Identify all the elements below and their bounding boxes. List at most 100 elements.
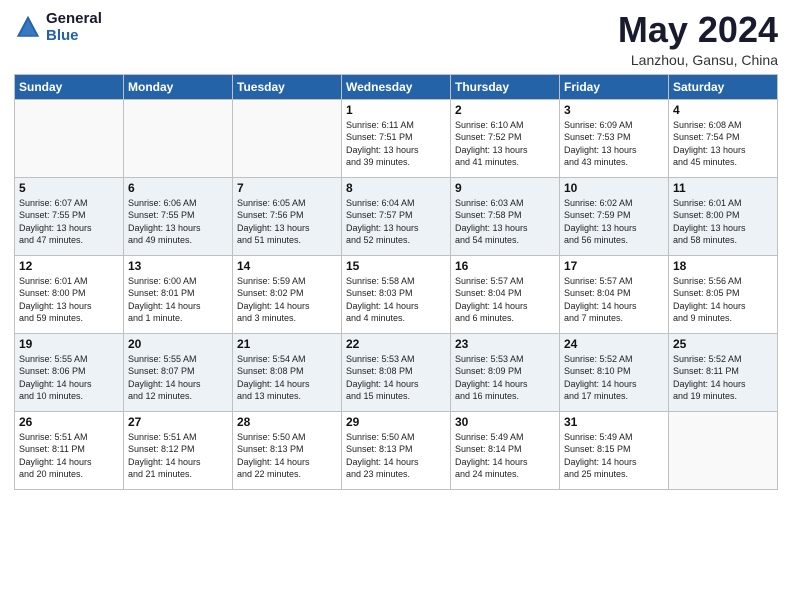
title-block: May 2024 Lanzhou, Gansu, China	[618, 10, 778, 68]
day-number: 27	[128, 415, 228, 429]
day-cell: 10 Sunrise: 6:02 AM Sunset: 7:59 PM Dayli…	[560, 177, 669, 255]
col-wednesday: Wednesday	[342, 74, 451, 99]
day-info: Sunrise: 6:03 AM Sunset: 7:58 PM Dayligh…	[455, 197, 555, 247]
day-cell: 25Sunrise: 5:52 AM Sunset: 8:11 PM Dayli…	[669, 333, 778, 411]
day-number: 6	[128, 181, 228, 195]
day-info: Sunrise: 6:11 AM Sunset: 7:51 PM Dayligh…	[346, 119, 446, 169]
day-number: 5	[19, 181, 119, 195]
week-row-3: 12 Sunrise: 6:01 AM Sunset: 8:00 PM Dayli…	[15, 255, 778, 333]
day-info: Sunrise: 6:01 AM Sunset: 8:00 PM Dayligh…	[19, 275, 119, 325]
day-number: 7	[237, 181, 337, 195]
day-cell: 4 Sunrise: 6:08 AM Sunset: 7:54 PM Daylig…	[669, 99, 778, 177]
day-cell: 11Sunrise: 6:01 AM Sunset: 8:00 PM Dayli…	[669, 177, 778, 255]
day-number: 20	[128, 337, 228, 351]
day-cell: 17 Sunrise: 5:57 AM Sunset: 8:04 PM Dayli…	[560, 255, 669, 333]
col-sunday: Sunday	[15, 74, 124, 99]
day-cell: 24 Sunrise: 5:52 AM Sunset: 8:10 PM Dayli…	[560, 333, 669, 411]
day-info: Sunrise: 6:05 AM Sunset: 7:56 PM Dayligh…	[237, 197, 337, 247]
day-info: Sunrise: 5:49 AM Sunset: 8:15 PM Dayligh…	[564, 431, 664, 481]
day-info: Sunrise: 5:52 AM Sunset: 8:11 PM Dayligh…	[673, 353, 773, 403]
col-tuesday: Tuesday	[233, 74, 342, 99]
day-info: Sunrise: 5:52 AM Sunset: 8:10 PM Dayligh…	[564, 353, 664, 403]
day-info: Sunrise: 6:06 AM Sunset: 7:55 PM Dayligh…	[128, 197, 228, 247]
col-thursday: Thursday	[451, 74, 560, 99]
day-info: Sunrise: 6:08 AM Sunset: 7:54 PM Dayligh…	[673, 119, 773, 169]
day-number: 30	[455, 415, 555, 429]
day-info: Sunrise: 6:07 AM Sunset: 7:55 PM Dayligh…	[19, 197, 119, 247]
day-number: 16	[455, 259, 555, 273]
day-number: 15	[346, 259, 446, 273]
day-cell: 3 Sunrise: 6:09 AM Sunset: 7:53 PM Daylig…	[560, 99, 669, 177]
day-cell: 12 Sunrise: 6:01 AM Sunset: 8:00 PM Dayli…	[15, 255, 124, 333]
day-info: Sunrise: 5:58 AM Sunset: 8:03 PM Dayligh…	[346, 275, 446, 325]
page: General Blue May 2024 Lanzhou, Gansu, Ch…	[0, 0, 792, 612]
day-info: Sunrise: 5:56 AM Sunset: 8:05 PM Dayligh…	[673, 275, 773, 325]
day-cell: 9 Sunrise: 6:03 AM Sunset: 7:58 PM Daylig…	[451, 177, 560, 255]
day-cell: 5 Sunrise: 6:07 AM Sunset: 7:55 PM Daylig…	[15, 177, 124, 255]
week-row-4: 19 Sunrise: 5:55 AM Sunset: 8:06 PM Dayli…	[15, 333, 778, 411]
day-number: 2	[455, 103, 555, 117]
day-cell: 30Sunrise: 5:49 AM Sunset: 8:14 PM Dayli…	[451, 411, 560, 489]
day-info: Sunrise: 5:51 AM Sunset: 8:12 PM Dayligh…	[128, 431, 228, 481]
day-cell: 26 Sunrise: 5:51 AM Sunset: 8:11 PM Dayli…	[15, 411, 124, 489]
day-cell: 14 Sunrise: 5:59 AM Sunset: 8:02 PM Dayli…	[233, 255, 342, 333]
day-info: Sunrise: 5:59 AM Sunset: 8:02 PM Dayligh…	[237, 275, 337, 325]
day-info: Sunrise: 5:53 AM Sunset: 8:08 PM Dayligh…	[346, 353, 446, 403]
day-info: Sunrise: 5:50 AM Sunset: 8:13 PM Dayligh…	[346, 431, 446, 481]
day-cell	[669, 411, 778, 489]
month-title: May 2024	[618, 10, 778, 50]
col-saturday: Saturday	[669, 74, 778, 99]
day-cell: 21 Sunrise: 5:54 AM Sunset: 8:08 PM Dayli…	[233, 333, 342, 411]
day-info: Sunrise: 6:00 AM Sunset: 8:01 PM Dayligh…	[128, 275, 228, 325]
day-number: 17	[564, 259, 664, 273]
day-cell: 13Sunrise: 6:00 AM Sunset: 8:01 PM Dayli…	[124, 255, 233, 333]
calendar: Sunday Monday Tuesday Wednesday Thursday…	[14, 74, 778, 490]
day-number: 28	[237, 415, 337, 429]
logo-text: General Blue	[46, 10, 102, 44]
day-number: 22	[346, 337, 446, 351]
day-cell: 23Sunrise: 5:53 AM Sunset: 8:09 PM Dayli…	[451, 333, 560, 411]
day-info: Sunrise: 6:09 AM Sunset: 7:53 PM Dayligh…	[564, 119, 664, 169]
day-number: 29	[346, 415, 446, 429]
day-number: 21	[237, 337, 337, 351]
day-info: Sunrise: 5:57 AM Sunset: 8:04 PM Dayligh…	[455, 275, 555, 325]
day-cell: 15 Sunrise: 5:58 AM Sunset: 8:03 PM Dayli…	[342, 255, 451, 333]
day-info: Sunrise: 5:55 AM Sunset: 8:06 PM Dayligh…	[19, 353, 119, 403]
day-number: 14	[237, 259, 337, 273]
day-number: 24	[564, 337, 664, 351]
logo: General Blue	[14, 10, 102, 44]
day-info: Sunrise: 6:02 AM Sunset: 7:59 PM Dayligh…	[564, 197, 664, 247]
location: Lanzhou, Gansu, China	[618, 52, 778, 68]
day-info: Sunrise: 5:51 AM Sunset: 8:11 PM Dayligh…	[19, 431, 119, 481]
day-cell: 27 Sunrise: 5:51 AM Sunset: 8:12 PM Dayli…	[124, 411, 233, 489]
day-cell: 20Sunrise: 5:55 AM Sunset: 8:07 PM Dayli…	[124, 333, 233, 411]
day-info: Sunrise: 5:50 AM Sunset: 8:13 PM Dayligh…	[237, 431, 337, 481]
day-cell: 7 Sunrise: 6:05 AM Sunset: 7:56 PM Daylig…	[233, 177, 342, 255]
day-info: Sunrise: 5:53 AM Sunset: 8:09 PM Dayligh…	[455, 353, 555, 403]
day-number: 19	[19, 337, 119, 351]
day-number: 9	[455, 181, 555, 195]
day-number: 31	[564, 415, 664, 429]
day-info: Sunrise: 6:04 AM Sunset: 7:57 PM Dayligh…	[346, 197, 446, 247]
header-row: Sunday Monday Tuesday Wednesday Thursday…	[15, 74, 778, 99]
day-info: Sunrise: 5:54 AM Sunset: 8:08 PM Dayligh…	[237, 353, 337, 403]
day-number: 26	[19, 415, 119, 429]
day-cell: 28 Sunrise: 5:50 AM Sunset: 8:13 PM Dayli…	[233, 411, 342, 489]
day-cell	[15, 99, 124, 177]
day-cell: 31 Sunrise: 5:49 AM Sunset: 8:15 PM Dayli…	[560, 411, 669, 489]
day-number: 4	[673, 103, 773, 117]
day-cell: 8Sunrise: 6:04 AM Sunset: 7:57 PM Daylig…	[342, 177, 451, 255]
header: General Blue May 2024 Lanzhou, Gansu, Ch…	[14, 10, 778, 68]
day-cell: 22 Sunrise: 5:53 AM Sunset: 8:08 PM Dayli…	[342, 333, 451, 411]
day-info: Sunrise: 6:10 AM Sunset: 7:52 PM Dayligh…	[455, 119, 555, 169]
day-number: 10	[564, 181, 664, 195]
day-cell: 16 Sunrise: 5:57 AM Sunset: 8:04 PM Dayli…	[451, 255, 560, 333]
day-cell: 2 Sunrise: 6:10 AM Sunset: 7:52 PM Daylig…	[451, 99, 560, 177]
day-info: Sunrise: 5:57 AM Sunset: 8:04 PM Dayligh…	[564, 275, 664, 325]
day-number: 3	[564, 103, 664, 117]
day-info: Sunrise: 6:01 AM Sunset: 8:00 PM Dayligh…	[673, 197, 773, 247]
day-cell	[233, 99, 342, 177]
week-row-5: 26 Sunrise: 5:51 AM Sunset: 8:11 PM Dayli…	[15, 411, 778, 489]
day-cell: 29 Sunrise: 5:50 AM Sunset: 8:13 PM Dayli…	[342, 411, 451, 489]
day-number: 12	[19, 259, 119, 273]
